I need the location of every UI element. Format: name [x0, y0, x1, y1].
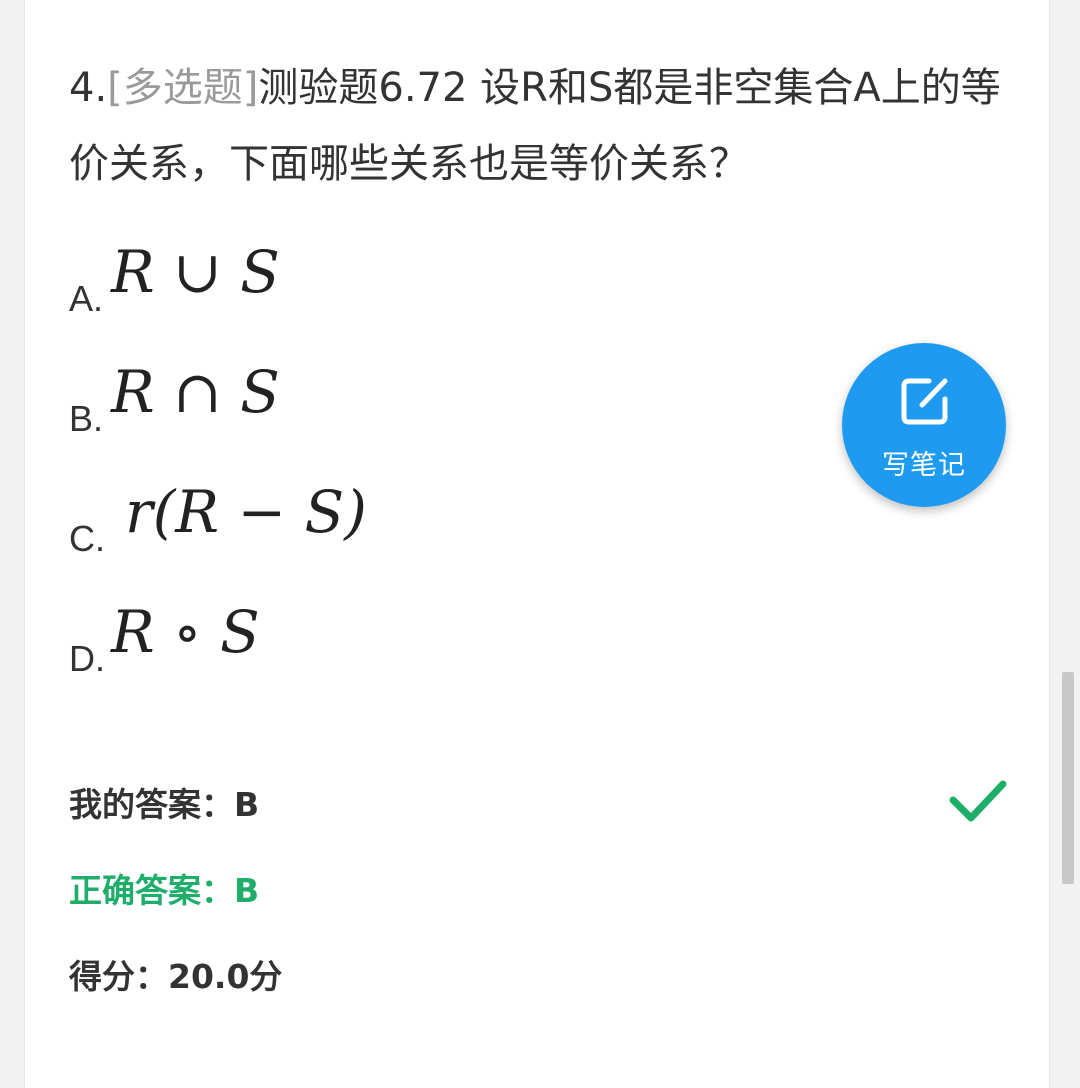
option-b[interactable]: B. R ∩ S — [69, 350, 669, 440]
option-formula: r(R − S) — [125, 478, 367, 546]
option-d[interactable]: D. R ∘ S — [69, 590, 669, 680]
score: 得分：20.0分 — [69, 957, 283, 996]
edit-note-icon — [901, 378, 948, 425]
question-number: 4. — [69, 65, 108, 111]
my-answer: 我的答案：B — [69, 785, 260, 824]
option-formula: R ∘ S — [111, 598, 260, 666]
option-letter: A. — [69, 278, 104, 319]
option-letter: C. — [69, 518, 105, 559]
question-card: 4.[多选题]测验题6.72 设R和S都是非空集合A上的等价关系，下面哪些关系也… — [24, 0, 1050, 1088]
write-note-label: 写笔记 — [882, 450, 966, 481]
question-stem: 4.[多选题]测验题6.72 设R和S都是非空集合A上的等价关系，下面哪些关系也… — [69, 50, 1019, 202]
question-type-label: [多选题] — [107, 65, 259, 111]
option-formula: R ∩ S — [111, 358, 280, 426]
option-letter: D. — [69, 638, 105, 679]
option-a[interactable]: A. R ∪ S — [69, 230, 669, 320]
correct-answer: 正确答案：B — [69, 871, 260, 910]
scrollbar[interactable] — [1062, 672, 1074, 884]
write-note-button[interactable]: 写笔记 — [842, 343, 1006, 507]
check-icon — [949, 780, 1007, 822]
option-letter: B. — [69, 398, 104, 439]
option-formula: R ∪ S — [111, 238, 280, 306]
option-c[interactable]: C. r(R − S) — [69, 470, 669, 560]
